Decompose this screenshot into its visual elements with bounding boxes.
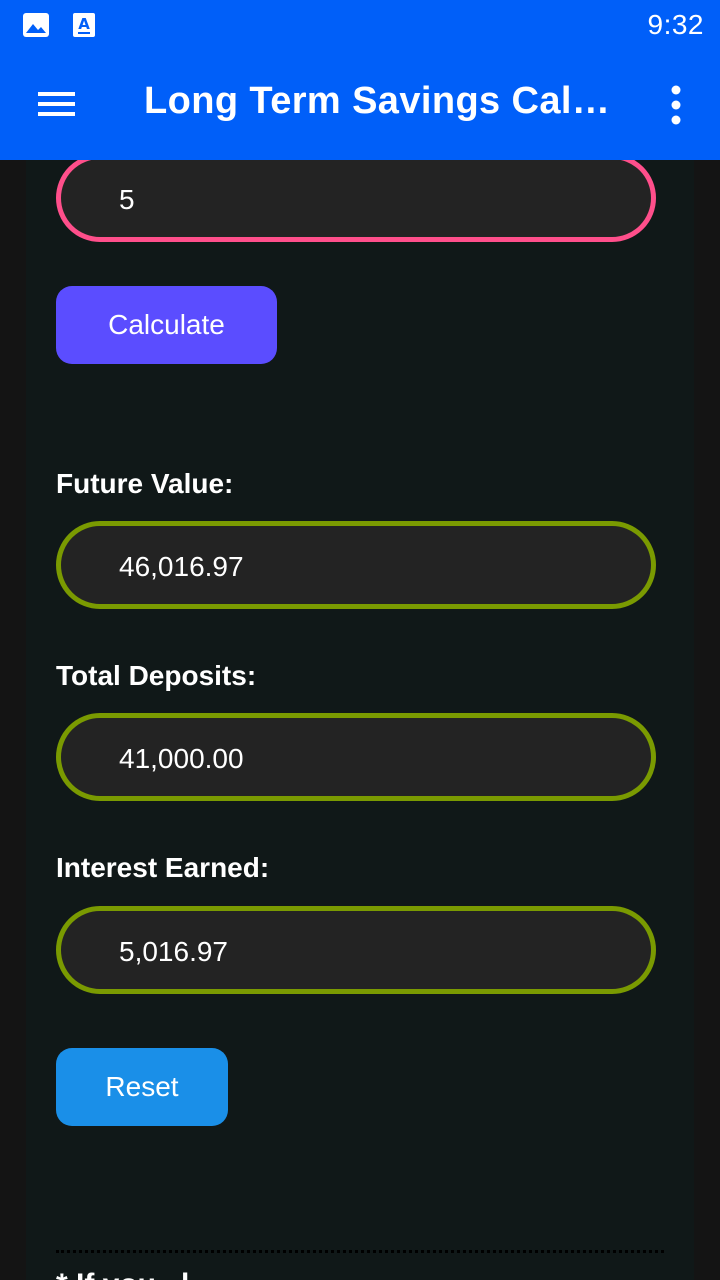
reset-button[interactable]: Reset (56, 1048, 228, 1126)
calculate-button[interactable]: Calculate (56, 286, 277, 364)
status-time: 9:32 (647, 9, 704, 40)
years-input[interactable]: 5 (56, 160, 656, 242)
more-vert-icon[interactable] (656, 80, 696, 130)
hamburger-menu-icon[interactable] (28, 81, 84, 127)
app-bar: Long Term Savings Calculator (0, 50, 720, 160)
total-deposits-label: Total Deposits: (56, 660, 257, 691)
divider (56, 1250, 664, 1253)
total-deposits-field[interactable]: 41,000.00 (56, 713, 656, 801)
interest-earned-label: Interest Earned: (56, 852, 270, 883)
future-value-field[interactable]: 46,016.97 (56, 521, 656, 609)
status-bar: A 9:32 (0, 0, 720, 50)
image-icon (22, 12, 50, 43)
interest-earned-field[interactable]: 5,016.97 (56, 906, 656, 994)
footnote-text: * If you...l ... (56, 1268, 223, 1280)
app-title: Long Term Savings Calculator (144, 80, 610, 122)
calculator-form: 5 Calculate Future Value: 46,016.97 Tota… (26, 160, 694, 1280)
svg-text:A: A (78, 15, 90, 33)
future-value-label: Future Value: (56, 468, 234, 499)
text-a-icon: A (72, 12, 96, 43)
